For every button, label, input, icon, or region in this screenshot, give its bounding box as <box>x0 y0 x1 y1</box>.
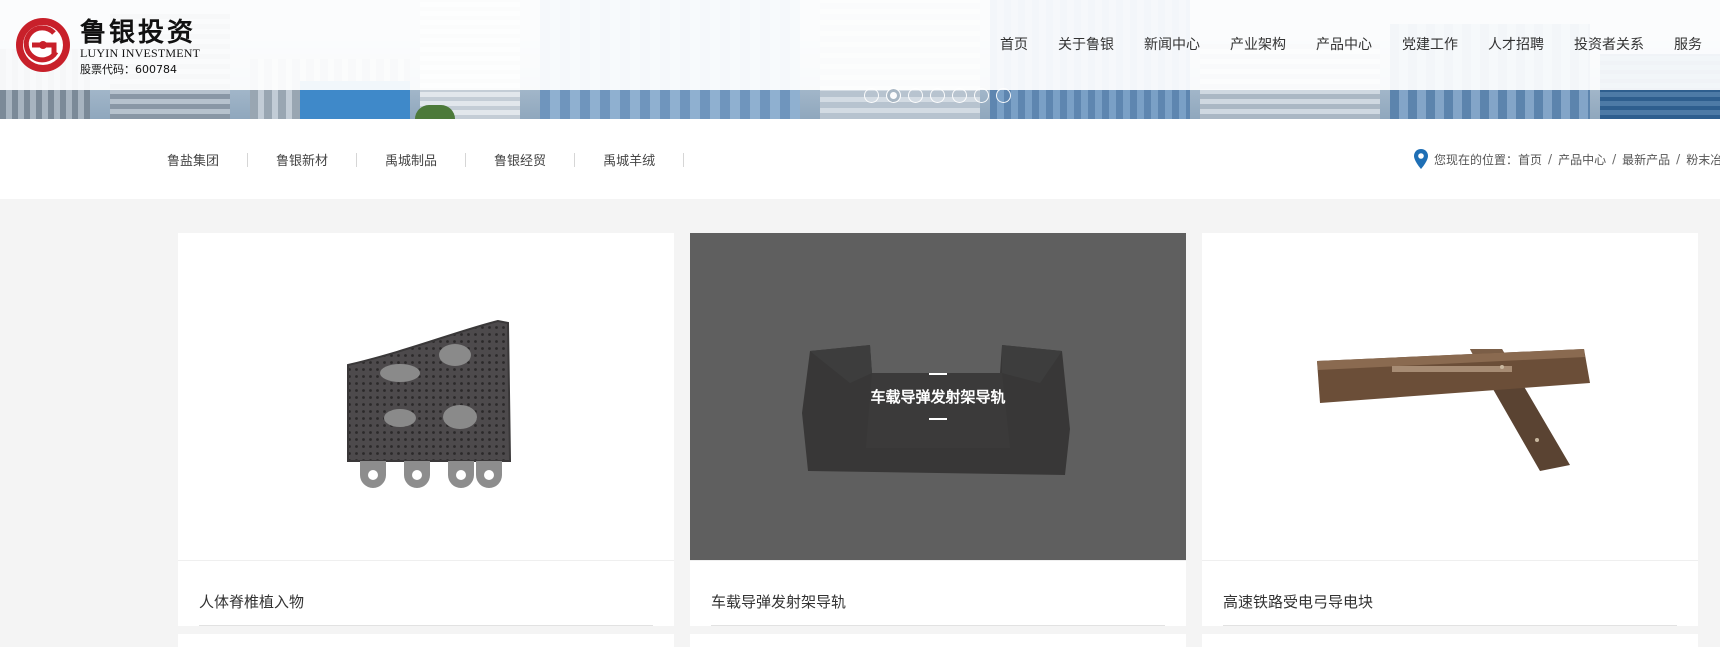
luyin-logo-icon[interactable] <box>14 16 72 74</box>
subnav-yucheng-zhipin[interactable]: 禹城制品 <box>385 150 437 169</box>
map-pin-icon <box>1414 149 1428 169</box>
product-hover-overlay[interactable]: 车载导弹发射架导轨 <box>690 233 1186 560</box>
product-title[interactable]: 人体脊椎植入物 <box>199 591 304 612</box>
subnav-item: 鲁盐集团 <box>167 150 276 169</box>
slider-dot[interactable] <box>930 88 945 103</box>
nav-careers[interactable]: 人才招聘 <box>1488 34 1544 54</box>
slider-dot[interactable] <box>864 88 879 103</box>
card-underline <box>1223 625 1677 626</box>
subnav-yangrong[interactable]: 禹城羊绒 <box>603 150 655 169</box>
overlay-line <box>929 418 947 420</box>
subnav-item: 鲁银新材 <box>276 150 385 169</box>
breadcrumb-home[interactable]: 首页 <box>1518 151 1542 168</box>
subnav-item: 禹城制品 <box>385 150 494 169</box>
main-nav: 首页 关于鲁银 新闻中心 产业架构 产品中心 党建工作 人才招聘 投资者关系 服… <box>1000 34 1720 54</box>
slider-dot[interactable] <box>908 88 923 103</box>
slider-pagination <box>864 88 1018 103</box>
site-header: 鲁银投资 LUYIN INVESTMENT 股票代码：600784 首页 关于鲁… <box>0 0 1720 90</box>
banner-tree <box>415 105 455 119</box>
product-card: 人体脊椎植入物 <box>178 233 674 626</box>
stock-code: 股票代码：600784 <box>80 63 177 76</box>
product-image[interactable] <box>178 233 674 560</box>
subnav-divider <box>574 152 576 167</box>
card-divider <box>178 560 674 561</box>
product-title[interactable]: 高速铁路受电弓导电块 <box>1223 591 1373 612</box>
product-title[interactable]: 车载导弹发射架导轨 <box>711 591 846 612</box>
subnav-divider <box>683 152 685 167</box>
product-card-partial <box>178 634 674 647</box>
product-image[interactable] <box>1202 233 1698 560</box>
nav-industry[interactable]: 产业架构 <box>1230 34 1286 54</box>
subsidiary-nav: 鲁盐集团 鲁银新材 禹城制品 鲁银经贸 禹城羊绒 <box>167 150 712 169</box>
subnav-luyan[interactable]: 鲁盐集团 <box>167 150 219 169</box>
product-card: 车载导弹发射架导轨 车载导弹发射架导轨 <box>690 233 1186 626</box>
product-card-partial <box>1202 634 1698 647</box>
card-underline <box>199 625 653 626</box>
nav-about[interactable]: 关于鲁银 <box>1058 34 1114 54</box>
spine-implant-image <box>347 319 512 488</box>
card-divider <box>1202 560 1698 561</box>
breadcrumb-separator: / <box>1676 152 1681 166</box>
nav-products[interactable]: 产品中心 <box>1316 34 1372 54</box>
product-image[interactable]: 车载导弹发射架导轨 <box>690 233 1186 560</box>
subnav-divider <box>465 152 467 167</box>
overlay-title: 车载导弹发射架导轨 <box>870 388 1006 406</box>
subnav-divider <box>247 152 249 167</box>
subnav-divider <box>356 152 358 167</box>
slider-dot[interactable] <box>952 88 967 103</box>
product-card-partial <box>690 634 1186 647</box>
breadcrumb-separator: / <box>1548 152 1553 166</box>
breadcrumb-current[interactable]: 粉末冶 <box>1686 151 1720 168</box>
nav-service[interactable]: 服务 <box>1674 34 1702 54</box>
nav-news[interactable]: 新闻中心 <box>1144 34 1200 54</box>
breadcrumb: 您现在的位置： 首页 / 产品中心 / 最新产品 / 粉末冶 <box>1414 149 1720 169</box>
subnav-xincai[interactable]: 鲁银新材 <box>276 150 328 169</box>
breadcrumb-label: 您现在的位置： <box>1434 152 1519 167</box>
subnav-item: 鲁银经贸 <box>494 150 603 169</box>
nav-home[interactable]: 首页 <box>1000 34 1028 54</box>
product-card: 高速铁路受电弓导电块 <box>1202 233 1698 626</box>
subnav-item: 禹城羊绒 <box>603 150 712 169</box>
breadcrumb-separator: / <box>1612 152 1617 166</box>
card-divider <box>690 560 1186 561</box>
overlay-line <box>929 373 947 375</box>
subnav-jingmao[interactable]: 鲁银经贸 <box>494 150 546 169</box>
card-underline <box>711 625 1165 626</box>
nav-investors[interactable]: 投资者关系 <box>1574 34 1644 54</box>
breadcrumb-products[interactable]: 产品中心 <box>1558 151 1606 168</box>
sub-nav-bar: 鲁盐集团 鲁银新材 禹城制品 鲁银经贸 禹城羊绒 您现在的位置： 首页 / 产品… <box>0 119 1720 199</box>
breadcrumb-latest[interactable]: 最新产品 <box>1622 151 1670 168</box>
slider-dot[interactable] <box>996 88 1011 103</box>
logo-name-en: LUYIN INVESTMENT <box>80 46 201 60</box>
conductive-block-image <box>1317 349 1590 471</box>
slider-dot-active[interactable] <box>886 88 901 103</box>
slider-dot[interactable] <box>974 88 989 103</box>
nav-party[interactable]: 党建工作 <box>1402 34 1458 54</box>
logo-name-cn: 鲁银投资 <box>80 18 197 48</box>
